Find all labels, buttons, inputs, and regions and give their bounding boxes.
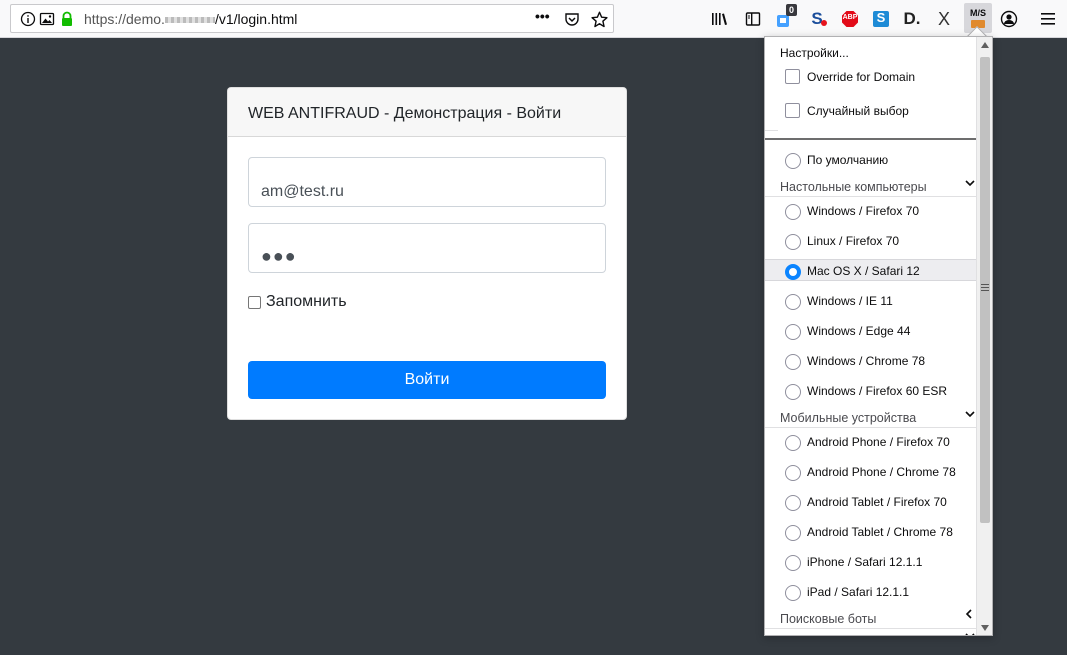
menu-icon[interactable] <box>1037 8 1059 30</box>
radio-mobile-1[interactable] <box>785 465 801 481</box>
radio-desktop-3[interactable] <box>785 294 801 310</box>
mobile-item-label: Android Phone / Chrome 78 <box>807 465 956 479</box>
chevron-down-icon[interactable] <box>965 178 975 190</box>
radio-mobile-4[interactable] <box>785 555 801 571</box>
default-radio[interactable] <box>785 153 801 169</box>
sidebar-icon[interactable] <box>742 8 764 30</box>
divider <box>765 130 778 131</box>
notification-icon[interactable]: 0 <box>775 4 798 30</box>
pocket-icon[interactable] <box>564 11 580 27</box>
radio-desktop-4[interactable] <box>785 324 801 340</box>
mobile-item-label: Android Tablet / Chrome 78 <box>807 525 953 539</box>
desktop-item-label: Windows / Edge 44 <box>807 324 911 338</box>
skype-label: S <box>876 10 886 25</box>
radio-mobile-2[interactable] <box>785 495 801 511</box>
scroll-down-icon[interactable] <box>981 625 989 631</box>
divider <box>765 138 976 140</box>
random-choice-label: Случайный выбор <box>807 104 909 118</box>
login-card: WEB ANTIFRAUD - Демонстрация - Войти am@… <box>227 87 627 420</box>
radio-mobile-0[interactable] <box>785 435 801 451</box>
notification-badge: 0 <box>786 4 798 16</box>
remember-checkbox[interactable] <box>248 295 261 309</box>
chevron-down-icon[interactable] <box>965 631 975 635</box>
radio-desktop-2-selected[interactable] <box>785 264 801 280</box>
desktop-item-label: Windows / Firefox 60 ESR <box>807 384 948 398</box>
scroll-up-icon[interactable] <box>981 42 989 48</box>
password-field[interactable]: ●●● <box>248 223 606 273</box>
useragent-switcher-label: M/S <box>969 8 986 18</box>
image-icon[interactable] <box>39 11 55 27</box>
library-icon[interactable] <box>709 8 731 30</box>
login-button[interactable]: Войти <box>248 361 606 399</box>
panel-scrollbar[interactable] <box>976 37 992 635</box>
adblock-label: ABP <box>842 14 858 21</box>
url-text[interactable]: https://demo. /v1/login.html <box>84 11 297 27</box>
radio-desktop-6[interactable] <box>785 384 801 400</box>
radio-mobile-5[interactable] <box>785 585 801 601</box>
bookmark-star-icon[interactable] <box>591 11 608 28</box>
address-bar[interactable]: https://demo. /v1/login.html ••• <box>10 4 614 33</box>
remember-me[interactable]: Запомнить <box>248 293 347 311</box>
radio-desktop-1[interactable] <box>785 234 801 250</box>
divider <box>765 196 976 197</box>
desktop-item-label: Windows / Firefox 70 <box>807 204 920 218</box>
url-suffix: /v1/login.html <box>214 11 298 27</box>
desktop-item-label: Windows / Chrome 78 <box>807 354 926 368</box>
url-prefix: https://demo. <box>84 11 165 27</box>
group-mobile-header[interactable]: Мобильные устройства <box>780 411 916 425</box>
radio-desktop-0[interactable] <box>785 204 801 220</box>
redacted-host <box>164 17 215 24</box>
mobile-item-label: Android Phone / Firefox 70 <box>807 435 950 449</box>
radio-desktop-5[interactable] <box>785 354 801 370</box>
s-extension-label: S <box>811 9 823 28</box>
login-card-title: WEB ANTIFRAUD - Демонстрация - Войти <box>228 88 626 137</box>
remember-label: Запомнить <box>266 293 347 310</box>
chevron-down-icon[interactable] <box>965 409 975 421</box>
adblock-icon[interactable]: ABP <box>839 8 861 30</box>
lock-icon[interactable] <box>59 11 75 27</box>
random-choice-checkbox[interactable] <box>785 103 800 118</box>
group-desktop-header[interactable]: Настольные компьютеры <box>780 180 927 194</box>
override-domain-label: Override for Domain <box>807 70 916 84</box>
skype-icon[interactable]: S <box>870 8 892 30</box>
email-field[interactable]: am@test.ru <box>248 157 606 207</box>
radio-mobile-3[interactable] <box>785 525 801 541</box>
desktop-item-label: Windows / IE 11 <box>807 294 893 308</box>
group-bots-header[interactable]: Поисковые боты <box>780 612 876 626</box>
divider <box>765 628 976 629</box>
override-domain-checkbox[interactable] <box>785 69 800 84</box>
scroll-grip-icon <box>981 284 989 291</box>
default-label: По умолчанию <box>807 153 889 167</box>
info-icon[interactable] <box>20 11 36 27</box>
page-actions-icon[interactable]: ••• <box>535 8 555 24</box>
mobile-item-label: iPad / Safari 12.1.1 <box>807 585 910 599</box>
divider <box>765 427 976 428</box>
s-extension-icon[interactable]: S <box>806 8 828 30</box>
d-extension-icon[interactable]: D. <box>901 8 923 30</box>
x-extension-icon[interactable]: X <box>933 8 955 30</box>
desktop-item-label: Mac OS X / Safari 12 <box>807 264 920 278</box>
desktop-item-label: Linux / Firefox 70 <box>807 234 900 248</box>
settings-link[interactable]: Настройки... <box>780 46 849 60</box>
useragent-switcher-panel: Настройки... Override for Domain Случайн… <box>764 36 993 636</box>
mobile-item-label: Android Tablet / Firefox 70 <box>807 495 947 509</box>
chevron-left-icon[interactable] <box>965 609 973 622</box>
mobile-item-label: iPhone / Safari 12.1.1 <box>807 555 923 569</box>
account-icon[interactable] <box>998 8 1020 30</box>
browser-toolbar: https://demo./v1/login.html ••• 0 S ABP … <box>0 0 1067 38</box>
